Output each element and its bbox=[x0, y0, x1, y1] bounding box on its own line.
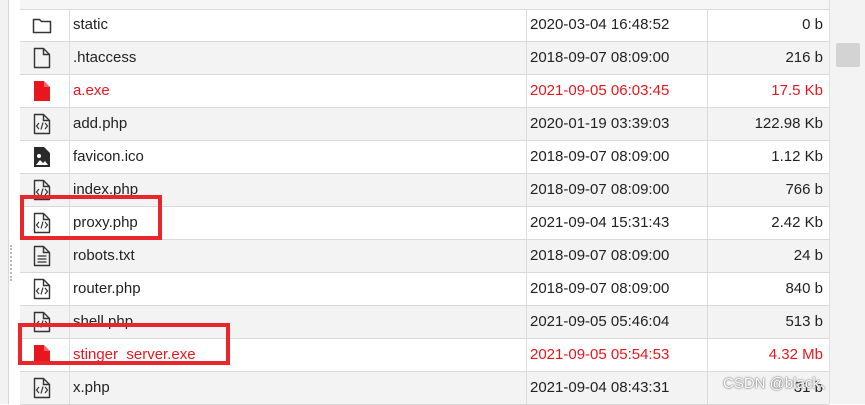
column-divider bbox=[69, 75, 70, 107]
file-modified-date: 2018-09-07 08:09:00 bbox=[530, 280, 670, 297]
column-divider bbox=[526, 174, 527, 206]
image-file-icon[interactable] bbox=[32, 145, 52, 169]
column-divider bbox=[69, 42, 70, 74]
file-row[interactable]: favicon.ico 2018-09-07 08:09:00 1.12 Kb bbox=[20, 141, 829, 174]
file-size: 24 b bbox=[793, 247, 823, 264]
column-divider bbox=[707, 372, 708, 404]
file-size: 1.12 Kb bbox=[771, 148, 823, 165]
code-file-icon[interactable] bbox=[32, 277, 52, 301]
column-divider bbox=[707, 141, 708, 173]
file-size: 513 b bbox=[785, 313, 823, 330]
file-row[interactable]: add.php 2020-01-19 03:39:03 122.98 Kb bbox=[20, 108, 829, 141]
column-divider bbox=[707, 306, 708, 338]
scrollbar-thumb[interactable] bbox=[836, 43, 860, 67]
file-icon[interactable] bbox=[32, 46, 52, 70]
column-divider bbox=[707, 240, 708, 272]
file-modified-date: 2018-09-07 08:09:00 bbox=[530, 181, 670, 198]
column-divider bbox=[69, 108, 70, 140]
red-file-icon[interactable] bbox=[32, 79, 52, 103]
file-size: 0 b bbox=[802, 16, 823, 33]
file-modified-date: 2018-09-07 08:09:00 bbox=[530, 148, 670, 165]
column-divider bbox=[69, 141, 70, 173]
column-divider bbox=[69, 372, 70, 404]
file-row[interactable]: router.php 2018-09-07 08:09:00 840 b bbox=[20, 273, 829, 306]
file-row[interactable]: a.exe 2021-09-05 06:03:45 17.5 Kb bbox=[20, 75, 829, 108]
column-divider bbox=[69, 9, 70, 41]
code-file-icon[interactable] bbox=[32, 376, 52, 400]
highlight-box-proxy bbox=[20, 195, 162, 240]
file-name[interactable]: x.php bbox=[73, 372, 110, 404]
column-divider bbox=[707, 9, 708, 41]
file-modified-date: 2018-09-07 08:09:00 bbox=[530, 49, 670, 66]
file-name[interactable]: static bbox=[73, 9, 108, 41]
column-divider bbox=[69, 240, 70, 272]
file-name[interactable]: robots.txt bbox=[73, 240, 135, 272]
file-size: 17.5 Kb bbox=[771, 82, 823, 99]
file-size: 2.42 Kb bbox=[771, 214, 823, 231]
highlight-box-stinger bbox=[18, 323, 230, 365]
left-panel-edge bbox=[0, 0, 9, 404]
file-size: 766 b bbox=[785, 181, 823, 198]
file-row[interactable]: .htaccess 2018-09-07 08:09:00 216 b bbox=[20, 42, 829, 75]
file-modified-date: 2018-09-07 08:09:00 bbox=[530, 247, 670, 264]
column-divider bbox=[707, 108, 708, 140]
column-divider bbox=[707, 207, 708, 239]
folder-icon[interactable] bbox=[32, 13, 52, 37]
file-name[interactable]: a.exe bbox=[73, 75, 110, 107]
file-modified-date: 2021-09-04 08:43:31 bbox=[530, 379, 670, 396]
file-manager-view: static 2020-03-04 16:48:52 0 b .htaccess 201… bbox=[0, 0, 865, 405]
column-divider bbox=[707, 42, 708, 74]
file-name[interactable]: .htaccess bbox=[73, 42, 136, 74]
file-size: 216 b bbox=[785, 49, 823, 66]
file-name[interactable]: favicon.ico bbox=[73, 141, 144, 173]
column-divider bbox=[69, 273, 70, 305]
file-modified-date: 2021-09-05 05:46:04 bbox=[530, 313, 670, 330]
file-modified-date: 2020-01-19 03:39:03 bbox=[530, 115, 670, 132]
column-divider bbox=[707, 339, 708, 371]
column-divider bbox=[526, 42, 527, 74]
column-divider bbox=[526, 75, 527, 107]
panel-resize-handle[interactable] bbox=[10, 245, 14, 281]
file-size: 122.98 Kb bbox=[754, 115, 823, 132]
file-name[interactable]: add.php bbox=[73, 108, 127, 140]
file-modified-date: 2021-09-05 06:03:45 bbox=[530, 82, 670, 99]
file-modified-date: 2021-09-04 15:31:43 bbox=[530, 214, 670, 231]
code-file-icon[interactable] bbox=[32, 112, 52, 136]
column-divider bbox=[526, 207, 527, 239]
file-row[interactable]: x.php 2021-09-04 08:43:31 31 b bbox=[20, 372, 829, 405]
column-divider bbox=[526, 141, 527, 173]
file-modified-date: 2020-03-04 16:48:52 bbox=[530, 16, 670, 33]
column-divider bbox=[526, 240, 527, 272]
file-row[interactable]: static 2020-03-04 16:48:52 0 b bbox=[20, 9, 829, 42]
column-divider bbox=[526, 306, 527, 338]
column-divider bbox=[526, 339, 527, 371]
column-divider bbox=[526, 273, 527, 305]
file-modified-date: 2021-09-05 05:54:53 bbox=[530, 346, 670, 363]
file-size: 4.32 Mb bbox=[768, 346, 823, 363]
column-divider bbox=[707, 273, 708, 305]
text-file-icon[interactable] bbox=[32, 244, 52, 268]
column-divider bbox=[707, 174, 708, 206]
watermark: CSDN @black、 bbox=[723, 375, 835, 392]
column-divider bbox=[526, 372, 527, 404]
column-divider bbox=[707, 75, 708, 107]
file-size: 840 b bbox=[785, 280, 823, 297]
column-divider bbox=[526, 9, 527, 41]
file-row[interactable]: robots.txt 2018-09-07 08:09:00 24 b bbox=[20, 240, 829, 273]
file-name[interactable]: router.php bbox=[73, 273, 141, 305]
column-divider bbox=[526, 108, 527, 140]
